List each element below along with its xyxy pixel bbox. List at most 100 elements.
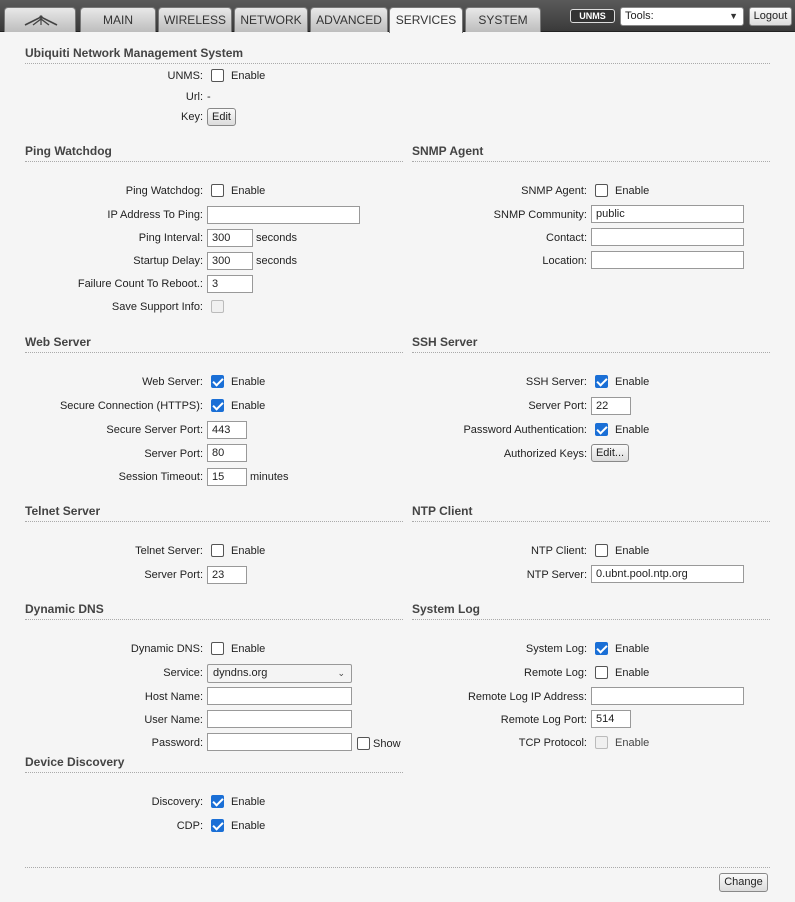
footer-divider bbox=[25, 867, 770, 868]
tab-main[interactable]: MAIN bbox=[80, 7, 156, 32]
remote-log-port-input[interactable]: 514 bbox=[591, 710, 631, 728]
ntp-client-checkbox[interactable] bbox=[595, 544, 608, 557]
url-label: Url: bbox=[185, 91, 203, 103]
tab-advanced[interactable]: ADVANCED bbox=[310, 7, 388, 32]
ping-watchdog-checkbox[interactable] bbox=[211, 184, 224, 197]
ssh-server-checkbox[interactable] bbox=[595, 375, 608, 388]
ip-to-ping-input[interactable] bbox=[207, 206, 360, 224]
telnet-server-section-title: Telnet Server bbox=[25, 504, 403, 522]
ping-interval-label: Ping Interval: bbox=[138, 232, 203, 244]
remote-log-label: Remote Log: bbox=[524, 667, 587, 679]
authorized-keys-edit-button[interactable]: Edit... bbox=[591, 444, 629, 462]
session-timeout-input[interactable]: 15 bbox=[207, 468, 247, 486]
show-password-checkbox[interactable] bbox=[357, 737, 370, 750]
tab-system[interactable]: SYSTEM bbox=[465, 7, 541, 32]
service-label: Service: bbox=[163, 667, 203, 679]
logout-button[interactable]: Logout bbox=[749, 7, 792, 26]
ssh-server-section-title: SSH Server bbox=[412, 335, 770, 353]
https-enable-label: Enable bbox=[231, 400, 266, 412]
password-input[interactable] bbox=[207, 733, 352, 751]
dynamic-dns-enable-label: Enable bbox=[231, 643, 266, 655]
user-name-input[interactable] bbox=[207, 710, 352, 728]
snmp-community-label: SNMP Community: bbox=[493, 209, 587, 221]
unms-badge[interactable]: UNMS bbox=[570, 9, 615, 23]
tools-dropdown[interactable]: Tools: ▼ bbox=[620, 7, 744, 26]
ping-interval-input[interactable]: 300 bbox=[207, 229, 253, 247]
failure-count-input[interactable]: 3 bbox=[207, 275, 253, 293]
cdp-label: CDP: bbox=[176, 820, 203, 832]
snmp-agent-section-title: SNMP Agent bbox=[412, 144, 770, 162]
session-timeout-unit: minutes bbox=[250, 471, 289, 483]
location-label: Location: bbox=[542, 255, 587, 267]
unms-enable-checkbox[interactable] bbox=[211, 69, 224, 82]
system-log-label: System Log: bbox=[525, 643, 587, 655]
top-navigation-bar: MAIN WIRELESS NETWORK ADVANCED SERVICES … bbox=[0, 0, 795, 33]
failure-count-label: Failure Count To Reboot.: bbox=[77, 278, 203, 290]
remote-log-checkbox[interactable] bbox=[595, 666, 608, 679]
system-log-checkbox[interactable] bbox=[595, 642, 608, 655]
ping-watchdog-section-title: Ping Watchdog bbox=[25, 144, 403, 162]
user-name-label: User Name: bbox=[144, 714, 203, 726]
web-server-section-title: Web Server bbox=[25, 335, 403, 353]
ntp-server-input[interactable]: 0.ubnt.pool.ntp.org bbox=[591, 565, 744, 583]
save-support-info-checkbox[interactable] bbox=[211, 300, 224, 313]
dynamic-dns-label: Dynamic DNS: bbox=[130, 643, 203, 655]
system-log-section-title: System Log bbox=[412, 602, 770, 620]
startup-delay-input[interactable]: 300 bbox=[207, 252, 253, 270]
tab-services[interactable]: SERVICES bbox=[389, 7, 463, 33]
cdp-checkbox[interactable] bbox=[211, 819, 224, 832]
ntp-server-label: NTP Server: bbox=[526, 569, 587, 581]
tab-wireless[interactable]: WIRELESS bbox=[158, 7, 232, 32]
password-auth-checkbox[interactable] bbox=[595, 423, 608, 436]
tcp-protocol-checkbox[interactable] bbox=[595, 736, 608, 749]
secure-port-label: Secure Server Port: bbox=[106, 424, 203, 436]
snmp-agent-checkbox[interactable] bbox=[595, 184, 608, 197]
location-input[interactable] bbox=[591, 251, 744, 269]
key-edit-button[interactable]: Edit bbox=[207, 108, 236, 126]
ping-interval-unit: seconds bbox=[256, 232, 297, 244]
discovery-label: Discovery: bbox=[151, 796, 203, 808]
host-name-input[interactable] bbox=[207, 687, 352, 705]
web-server-checkbox[interactable] bbox=[211, 375, 224, 388]
password-auth-enable-label: Enable bbox=[615, 424, 650, 436]
unms-section-title: Ubiquiti Network Management System bbox=[25, 46, 770, 64]
tab-network[interactable]: NETWORK bbox=[234, 7, 308, 32]
dynamic-dns-checkbox[interactable] bbox=[211, 642, 224, 655]
telnet-server-label: Telnet Server: bbox=[135, 545, 203, 557]
ssh-port-input[interactable]: 22 bbox=[591, 397, 631, 415]
ubiquiti-logo-icon bbox=[24, 15, 58, 26]
show-password-label: Show bbox=[373, 738, 401, 750]
remote-log-ip-label: Remote Log IP Address: bbox=[467, 691, 587, 703]
contact-label: Contact: bbox=[546, 232, 587, 244]
dynamic-dns-section-title: Dynamic DNS bbox=[25, 602, 403, 620]
remote-log-ip-input[interactable] bbox=[591, 687, 744, 705]
change-button[interactable]: Change bbox=[719, 873, 768, 892]
https-checkbox[interactable] bbox=[211, 399, 224, 412]
system-log-enable-label: Enable bbox=[615, 643, 650, 655]
ssh-port-label: Server Port: bbox=[528, 400, 587, 412]
web-port-label: Server Port: bbox=[144, 448, 203, 460]
discovery-checkbox[interactable] bbox=[211, 795, 224, 808]
ssh-server-enable-label: Enable bbox=[615, 376, 650, 388]
telnet-server-checkbox[interactable] bbox=[211, 544, 224, 557]
url-value: - bbox=[207, 91, 211, 103]
ssh-server-label: SSH Server: bbox=[525, 376, 587, 388]
telnet-port-input[interactable]: 23 bbox=[207, 566, 247, 584]
startup-delay-unit: seconds bbox=[256, 255, 297, 267]
web-server-label: Web Server: bbox=[142, 376, 203, 388]
https-label: Secure Connection (HTTPS): bbox=[59, 400, 203, 412]
service-select[interactable]: dyndns.org ⌄ bbox=[207, 664, 352, 683]
key-label: Key: bbox=[180, 111, 203, 123]
web-port-input[interactable]: 80 bbox=[207, 444, 247, 462]
unms-enable-label: Enable bbox=[231, 70, 266, 82]
ntp-enable-label: Enable bbox=[615, 545, 650, 557]
snmp-community-input[interactable]: public bbox=[591, 205, 744, 223]
device-discovery-section-title: Device Discovery bbox=[25, 755, 403, 773]
contact-input[interactable] bbox=[591, 228, 744, 246]
tab-logo[interactable] bbox=[4, 7, 76, 32]
ntp-client-label: NTP Client: bbox=[530, 545, 587, 557]
remote-log-enable-label: Enable bbox=[615, 667, 650, 679]
tcp-protocol-enable-label: Enable bbox=[615, 737, 650, 749]
secure-port-input[interactable]: 443 bbox=[207, 421, 247, 439]
ping-watchdog-label: Ping Watchdog: bbox=[125, 185, 203, 197]
